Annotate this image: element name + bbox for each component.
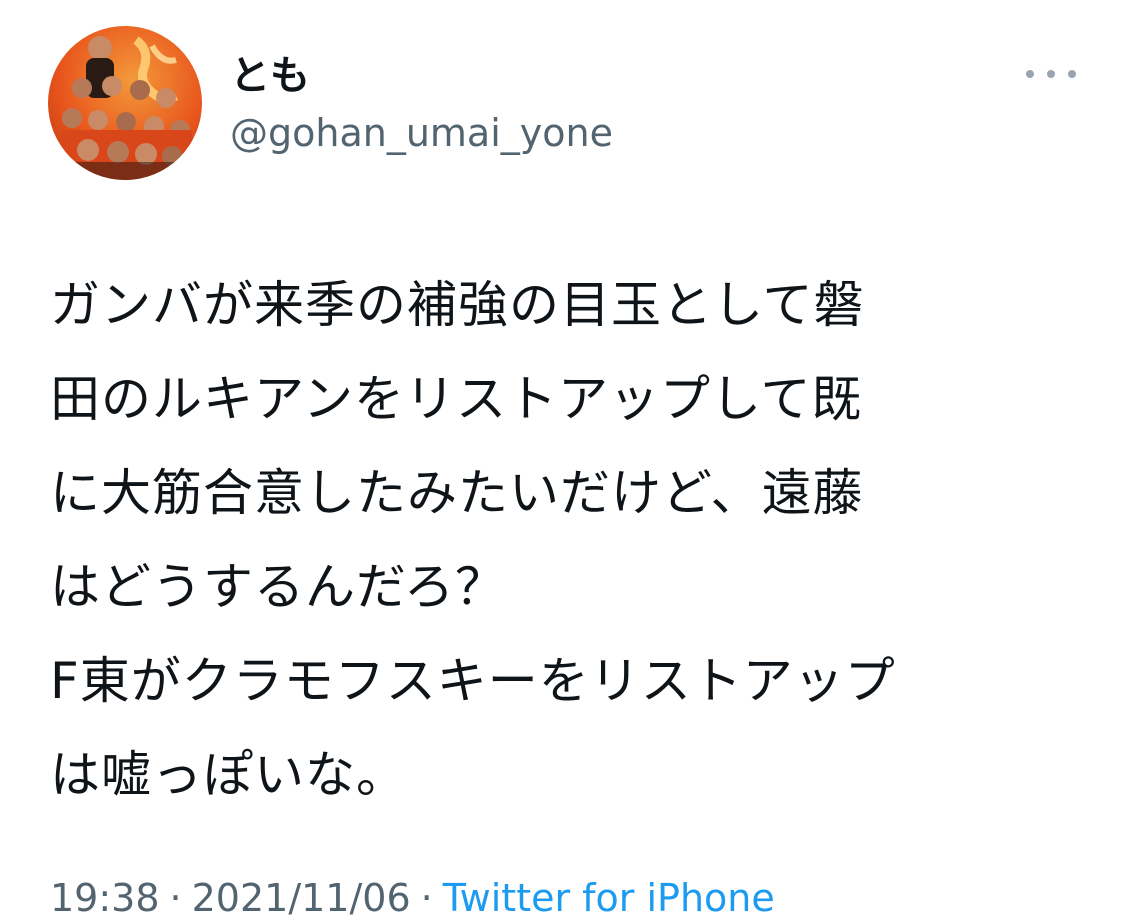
tweet-card: とも @gohan_umai_yone ガンバが来季の補強の目玉として磐 田のル… <box>0 0 1125 924</box>
tweet-text-line: ガンバが来季の補強の目玉として磐 <box>50 276 865 334</box>
more-horizontal-icon-dot <box>1068 70 1076 78</box>
more-options-button[interactable] <box>1026 56 1076 92</box>
display-name[interactable]: とも <box>230 52 310 100</box>
tweet-text-line: はどうするんだろ？ <box>50 558 506 616</box>
more-horizontal-icon-dot <box>1047 70 1055 78</box>
meta-separator: · <box>420 876 433 920</box>
tweet-text-line: 田のルキアンをリストアップして既 <box>50 370 863 428</box>
meta-separator: · <box>169 876 182 920</box>
avatar[interactable] <box>48 26 202 180</box>
tweet-text-line: F東がクラモフスキーをリストアップ <box>50 652 896 710</box>
tweet-text: ガンバが来季の補強の目玉として磐 田のルキアンをリストアップして既 に大筋合意し… <box>50 258 1090 822</box>
tweet-text-line: は嘘っぽいな。 <box>50 746 407 804</box>
tweet-time[interactable]: 19:38 <box>50 876 160 920</box>
avatar-image <box>48 26 202 180</box>
tweet-text-line: に大筋合意したみたいだけど、遠藤 <box>50 464 864 522</box>
more-horizontal-icon <box>1026 70 1034 78</box>
tweet-metadata: 19:38 · 2021/11/06 · Twitter for iPhone <box>50 872 775 924</box>
tweet-source-link[interactable]: Twitter for iPhone <box>443 876 775 920</box>
username-handle[interactable]: @gohan_umai_yone <box>230 110 613 156</box>
tweet-date[interactable]: 2021/11/06 <box>192 876 411 920</box>
